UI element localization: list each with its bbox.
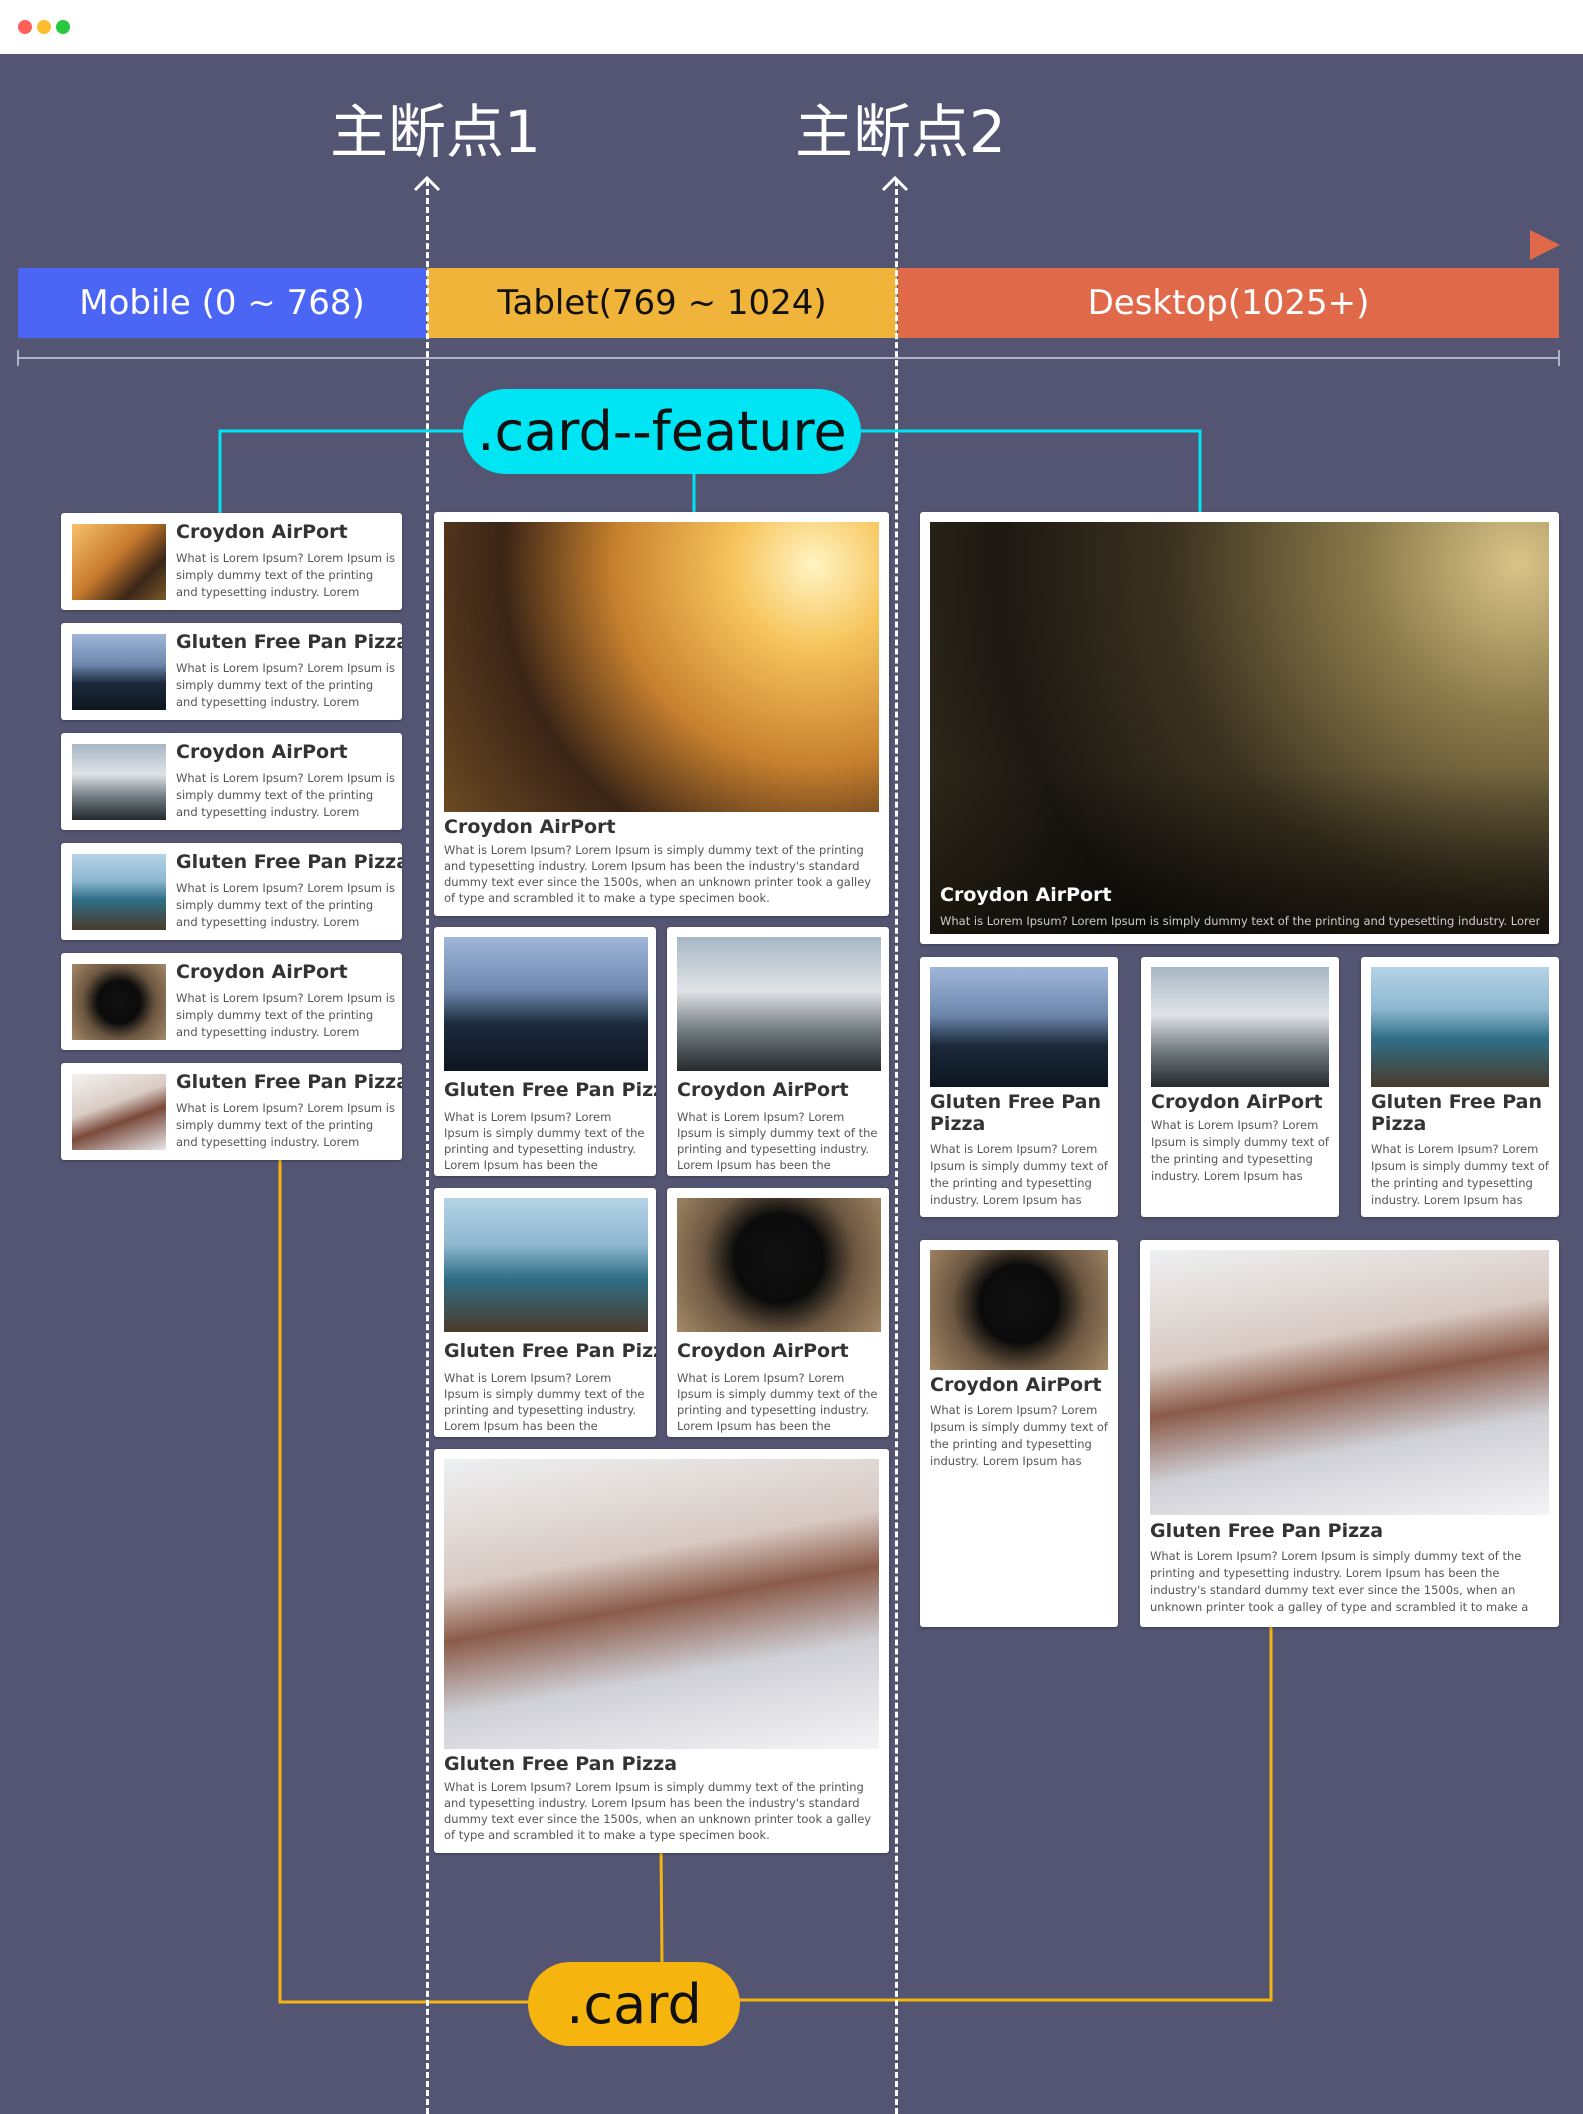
black-dog-photo — [72, 964, 166, 1040]
breakpoint-2-line — [895, 180, 898, 2114]
card-text: What is Lorem Ipsum? Lorem Ipsum is simp… — [176, 551, 395, 599]
desktop-card-5[interactable]: Gluten Free Pan Pizza What is Lorem Ipsu… — [1140, 1240, 1559, 1627]
card-title: Gluten Free Pan Pizza — [176, 851, 402, 873]
card-title: Croydon AirPort — [444, 816, 616, 838]
breakpoint-1-line — [426, 180, 429, 2114]
desktop-card-1[interactable]: Gluten Free Pan Pizza What is Lorem Ipsu… — [920, 957, 1118, 1217]
card-text: What is Lorem Ipsum? Lorem Ipsum is simp… — [444, 1110, 645, 1172]
mobile-card-5[interactable]: Croydon AirPort What is Lorem Ipsum? Lor… — [61, 953, 402, 1050]
card-title: Croydon AirPort — [930, 1374, 1102, 1396]
card-text: What is Lorem Ipsum? Lorem Ipsum is simp… — [176, 661, 395, 709]
card-text: What is Lorem Ipsum? Lorem Ipsum is simp… — [1150, 1549, 1529, 1618]
misty-mountains-photo — [1151, 967, 1329, 1087]
mixing-console-photo — [72, 1074, 166, 1150]
card-title: Croydon AirPort — [940, 884, 1112, 906]
card-title: Gluten Free Pan Pizza — [1150, 1520, 1384, 1542]
desktop-card-2[interactable]: Croydon AirPort What is Lorem Ipsum? Lor… — [1141, 957, 1339, 1217]
card-text: What is Lorem Ipsum? Lorem Ipsum is simp… — [176, 771, 395, 819]
mobile-card-2[interactable]: Gluten Free Pan Pizza What is Lorem Ipsu… — [61, 623, 402, 720]
desktop-feature-card[interactable]: Croydon AirPort What is Lorem Ipsum? Lor… — [920, 512, 1559, 944]
card-text: What is Lorem Ipsum? Lorem Ipsum is simp… — [444, 843, 872, 905]
card-text: What is Lorem Ipsum? Lorem Ipsum is simp… — [176, 881, 395, 929]
card-title: Croydon AirPort — [677, 1340, 849, 1362]
desktop-card-3[interactable]: Gluten Free Pan Pizza What is Lorem Ipsu… — [1361, 957, 1559, 1217]
card-label: .card — [528, 1962, 740, 2046]
rocky-coast-photo — [1371, 967, 1549, 1087]
card-text: What is Lorem Ipsum? Lorem Ipsum is simp… — [930, 1403, 1108, 1468]
mobile-card-3[interactable]: Croydon AirPort What is Lorem Ipsum? Lor… — [61, 733, 402, 830]
mobile-card-4[interactable]: Gluten Free Pan Pizza What is Lorem Ipsu… — [61, 843, 402, 940]
card-feature-label: .card--feature — [463, 389, 861, 474]
tablet-card-3[interactable]: Gluten Free Pan Pizza What is Lorem Ipsu… — [434, 1188, 656, 1437]
mobile-card-6[interactable]: Gluten Free Pan Pizza What is Lorem Ipsu… — [61, 1063, 402, 1160]
card-text: What is Lorem Ipsum? Lorem Ipsum is simp… — [930, 1142, 1108, 1207]
card-title: Croydon AirPort — [176, 961, 348, 983]
card-text: What is Lorem Ipsum? Lorem Ipsum is simp… — [1151, 1118, 1329, 1183]
forest-trees-photo — [72, 634, 166, 710]
card-text: What is Lorem Ipsum? Lorem Ipsum is simp… — [677, 1371, 878, 1433]
black-dog-photo — [930, 1250, 1108, 1370]
tablet-card-2[interactable]: Croydon AirPort What is Lorem Ipsum? Lor… — [667, 927, 889, 1176]
card-text: What is Lorem Ipsum? Lorem Ipsum is simp… — [1371, 1142, 1549, 1207]
mixing-console-photo — [1150, 1250, 1549, 1515]
mixing-console-photo — [444, 1459, 879, 1749]
card-title: Gluten Free Pan Pizza — [444, 1340, 656, 1362]
card-title: Gluten Free Pan Pizza — [444, 1079, 656, 1101]
card-text: What is Lorem Ipsum? Lorem Ipsum is simp… — [444, 1371, 645, 1433]
card-text: What is Lorem Ipsum? Lorem Ipsum is simp… — [176, 1101, 395, 1149]
card-title: Croydon AirPort — [176, 521, 348, 543]
axis-arrowhead — [1530, 230, 1560, 260]
girl-in-field-photo — [930, 522, 1549, 934]
card-title: Gluten Free Pan Pizza — [1371, 1091, 1543, 1135]
girl-in-field-photo — [72, 524, 166, 600]
tablet-card-4[interactable]: Croydon AirPort What is Lorem Ipsum? Lor… — [667, 1188, 889, 1437]
card-title: Croydon AirPort — [176, 741, 348, 763]
misty-mountains-photo — [677, 937, 881, 1071]
girl-in-field-photo — [444, 522, 879, 812]
tablet-feature-card[interactable]: Croydon AirPort What is Lorem Ipsum? Lor… — [434, 512, 889, 916]
card-title: Gluten Free Pan Pizza — [930, 1091, 1102, 1135]
card-text: What is Lorem Ipsum? Lorem Ipsum is simp… — [176, 991, 395, 1039]
tablet-card-5[interactable]: Gluten Free Pan Pizza What is Lorem Ipsu… — [434, 1449, 889, 1853]
card-text: What is Lorem Ipsum? Lorem Ipsum is simp… — [444, 1780, 872, 1842]
desktop-card-4[interactable]: Croydon AirPort What is Lorem Ipsum? Lor… — [920, 1240, 1118, 1627]
card-text: What is Lorem Ipsum? Lorem Ipsum is simp… — [677, 1110, 878, 1172]
tablet-card-1[interactable]: Gluten Free Pan Pizza What is Lorem Ipsu… — [434, 927, 656, 1176]
forest-trees-photo — [444, 937, 648, 1071]
card-title: Gluten Free Pan Pizza — [176, 1071, 402, 1093]
rocky-coast-photo — [72, 854, 166, 930]
card-title: Croydon AirPort — [677, 1079, 849, 1101]
forest-trees-photo — [930, 967, 1108, 1087]
mobile-card-1[interactable]: Croydon AirPort What is Lorem Ipsum? Lor… — [61, 513, 402, 610]
card-title: Gluten Free Pan Pizza — [444, 1753, 678, 1775]
card-title: Croydon AirPort — [1151, 1091, 1323, 1113]
black-dog-photo — [677, 1198, 881, 1332]
card-text: What is Lorem Ipsum? Lorem Ipsum is simp… — [940, 914, 1540, 928]
misty-mountains-photo — [72, 744, 166, 820]
card-title: Gluten Free Pan Pizza — [176, 631, 402, 653]
rocky-coast-photo — [444, 1198, 648, 1332]
